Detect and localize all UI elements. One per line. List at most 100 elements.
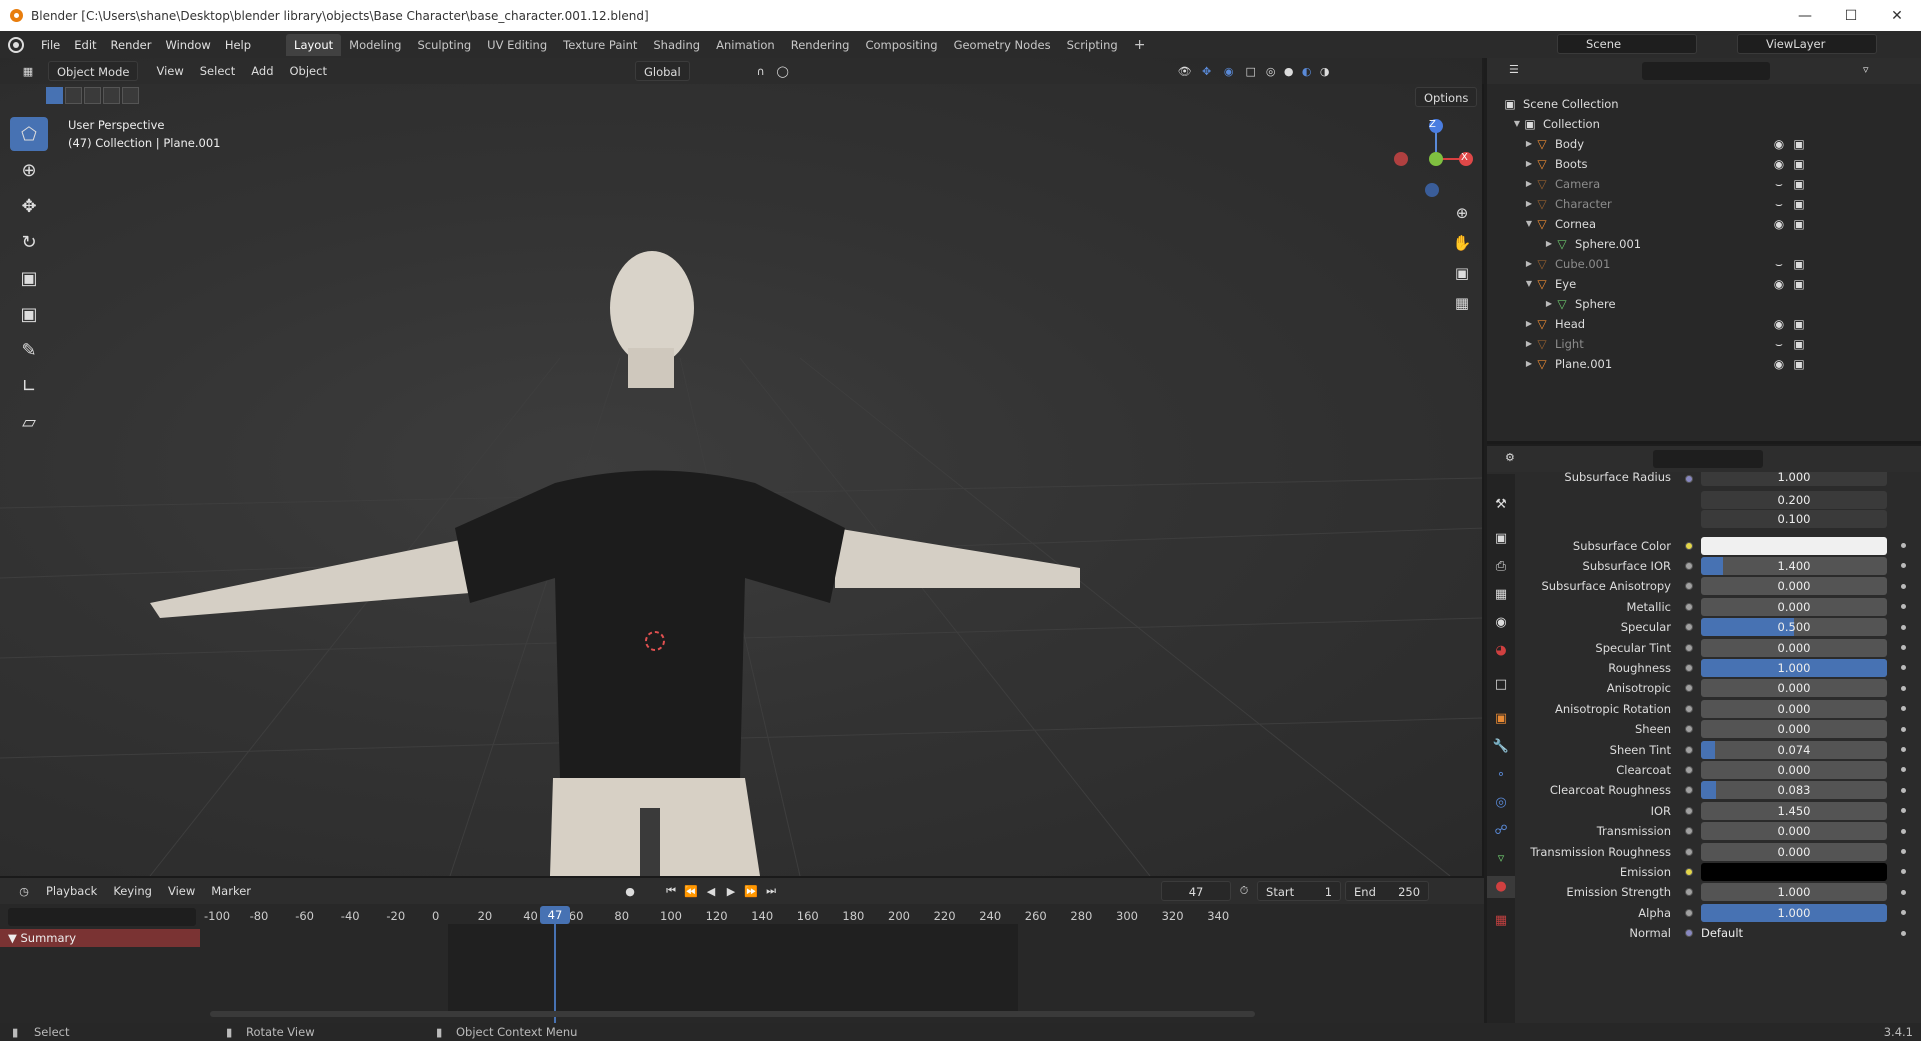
play-reverse-icon[interactable]: ◀ xyxy=(701,885,721,898)
next-keyframe-icon[interactable]: ⏩ xyxy=(741,885,761,898)
tool-tab-icon[interactable]: ⚒ xyxy=(1487,494,1515,516)
prev-keyframe-icon[interactable]: ⏪ xyxy=(681,885,701,898)
render-tab-icon[interactable]: ▣ xyxy=(1487,528,1515,550)
view-layer-tab-icon[interactable]: ▦ xyxy=(1487,584,1515,606)
outliner-item[interactable]: ▶ ▽ Boots xyxy=(1487,154,1921,174)
character-model[interactable] xyxy=(150,251,1080,876)
input-socket-icon[interactable] xyxy=(1685,704,1693,713)
property-value-field[interactable]: 0.000 xyxy=(1701,842,1887,861)
keyframe-dot-icon[interactable] xyxy=(1901,543,1906,548)
tab-sculpting[interactable]: Sculpting xyxy=(409,34,479,56)
particles-tab-icon[interactable]: ∘ xyxy=(1487,764,1515,786)
keyframe-dot-icon[interactable] xyxy=(1901,583,1906,589)
viewport-menu-object[interactable]: Object xyxy=(282,64,335,78)
properties-editor[interactable]: ⚙ ⚒ ▣ ⎙ ▦ ◉ ◕ □ ▣ 🔧 ∘ ◎ ☍ ▿ ● ▦ Subsurfa… xyxy=(1487,446,1921,1023)
keyframe-dot-icon[interactable] xyxy=(1901,869,1906,875)
input-socket-icon[interactable] xyxy=(1685,827,1693,836)
overlays-icon[interactable]: ◉ xyxy=(1218,65,1240,78)
transform-tool-icon[interactable]: ▣ xyxy=(10,297,48,331)
jump-start-icon[interactable]: ⏮ xyxy=(661,884,681,898)
keyframe-dot-icon[interactable] xyxy=(1901,706,1906,712)
expand-arrow-icon[interactable]: ▶ xyxy=(1523,134,1535,154)
pan-hand-icon[interactable]: ✋ xyxy=(1451,232,1473,254)
start-frame-field[interactable]: Start 1 xyxy=(1257,881,1342,901)
add-workspace-button[interactable]: + xyxy=(1126,34,1154,56)
input-socket-icon[interactable] xyxy=(1685,806,1693,815)
property-value-field[interactable]: 0.000 xyxy=(1701,577,1887,596)
stopwatch-icon[interactable]: ⏱ xyxy=(1231,884,1257,898)
gizmo-toggle-icon[interactable]: ✥ xyxy=(1196,65,1218,78)
render-camera-icon[interactable]: ▣ xyxy=(1792,257,1806,271)
property-value-field[interactable]: 1.000 xyxy=(1701,903,1887,922)
outliner-item[interactable]: ▶ ▽ Light xyxy=(1487,334,1921,354)
property-value-field[interactable]: 1.000 xyxy=(1701,883,1887,902)
filter-icon[interactable]: ▿ xyxy=(1863,63,1869,76)
input-socket-icon[interactable] xyxy=(1685,582,1693,591)
render-camera-icon[interactable]: ▣ xyxy=(1792,177,1806,191)
timeline-scrollbar[interactable] xyxy=(210,1011,1255,1017)
perspective-grid-icon[interactable]: ▦ xyxy=(1451,292,1473,314)
visibility-icon[interactable]: 👁 xyxy=(1174,65,1196,78)
output-tab-icon[interactable]: ⎙ xyxy=(1487,556,1515,578)
menu-window[interactable]: Window xyxy=(158,34,217,56)
visibility-eye-icon[interactable]: ◉ xyxy=(1772,157,1786,171)
keyframe-dot-icon[interactable] xyxy=(1901,767,1906,773)
tab-shading[interactable]: Shading xyxy=(645,34,708,56)
tab-scripting[interactable]: Scripting xyxy=(1059,34,1126,56)
tab-compositing[interactable]: Compositing xyxy=(857,34,945,56)
menu-edit[interactable]: Edit xyxy=(67,34,103,56)
end-frame-field[interactable]: End 250 xyxy=(1345,881,1430,901)
property-value-field[interactable]: 0.000 xyxy=(1701,597,1887,616)
tab-texture-paint[interactable]: Texture Paint xyxy=(555,34,645,56)
blender-menu-icon[interactable] xyxy=(8,36,24,53)
collection-row[interactable]: ▼ ▣ Collection xyxy=(1487,114,1921,134)
timeline-menu-playback[interactable]: Playback xyxy=(38,884,105,898)
render-camera-icon[interactable]: ▣ xyxy=(1792,357,1806,371)
close-window-button[interactable]: ✕ xyxy=(1874,0,1920,31)
render-camera-icon[interactable]: ▣ xyxy=(1792,277,1806,291)
property-value-field[interactable]: 1.450 xyxy=(1701,801,1887,820)
world-tab-icon[interactable]: ◕ xyxy=(1487,640,1515,662)
property-value-field[interactable] xyxy=(1701,862,1887,881)
subsurface-radius-x[interactable]: 1.000 xyxy=(1701,472,1887,486)
timeline-menu-keying[interactable]: Keying xyxy=(105,884,160,898)
outliner-item[interactable]: ▶ ▽ Plane.001 xyxy=(1487,354,1921,374)
timeline-editor-type-icon[interactable]: ◷ xyxy=(10,885,38,898)
expand-arrow-icon[interactable]: ▶ xyxy=(1523,334,1535,354)
input-socket-icon[interactable] xyxy=(1685,786,1693,795)
property-value-field[interactable]: 0.000 xyxy=(1701,760,1887,779)
rendered-shading-icon[interactable]: ◑ xyxy=(1316,65,1334,78)
current-frame-field[interactable]: 47 xyxy=(1161,881,1232,901)
visibility-eye-icon[interactable]: ⌣ xyxy=(1772,337,1786,351)
wireframe-shading-icon[interactable]: ◎ xyxy=(1262,65,1280,78)
expand-arrow-icon[interactable]: ▶ xyxy=(1523,254,1535,274)
property-value-field[interactable]: 0.500 xyxy=(1701,618,1887,637)
tab-geometry-nodes[interactable]: Geometry Nodes xyxy=(946,34,1059,56)
options-dropdown[interactable]: Options xyxy=(1415,87,1478,107)
expand-arrow-icon[interactable]: ▶ xyxy=(1523,174,1535,194)
menu-file[interactable]: File xyxy=(34,34,67,56)
editor-type-icon[interactable]: ▦ xyxy=(14,65,42,78)
outliner-item[interactable]: ▼ ▽ Eye xyxy=(1487,274,1921,294)
outliner-search-input[interactable] xyxy=(1642,62,1770,80)
scale-tool-icon[interactable]: ▣ xyxy=(10,261,48,295)
input-socket-icon[interactable] xyxy=(1685,765,1693,774)
physics-tab-icon[interactable]: ◎ xyxy=(1487,792,1515,814)
keyframe-dot-icon[interactable] xyxy=(1901,808,1906,814)
input-socket-icon[interactable] xyxy=(1685,643,1693,652)
viewport-menu-select[interactable]: Select xyxy=(192,64,243,78)
input-socket-icon[interactable] xyxy=(1685,663,1693,672)
render-camera-icon[interactable]: ▣ xyxy=(1792,197,1806,211)
outliner-item[interactable]: ▶ ▽ Camera xyxy=(1487,174,1921,194)
playhead-frame[interactable]: 47 xyxy=(540,906,570,924)
subsurface-radius-y[interactable]: 0.200 xyxy=(1701,491,1887,509)
subsurface-radius-z[interactable]: 0.100 xyxy=(1701,510,1887,528)
render-camera-icon[interactable]: ▣ xyxy=(1792,217,1806,231)
property-value-field[interactable]: 0.000 xyxy=(1701,679,1887,698)
visibility-eye-icon[interactable]: ⌣ xyxy=(1772,257,1786,271)
keyframe-dot-icon[interactable] xyxy=(1901,665,1906,671)
view-layer-selector[interactable]: ViewLayer xyxy=(1737,34,1877,54)
record-icon[interactable]: ● xyxy=(619,885,641,898)
scene-tab-icon[interactable]: ◉ xyxy=(1487,612,1515,634)
property-value-field[interactable]: 0.000 xyxy=(1701,699,1887,718)
